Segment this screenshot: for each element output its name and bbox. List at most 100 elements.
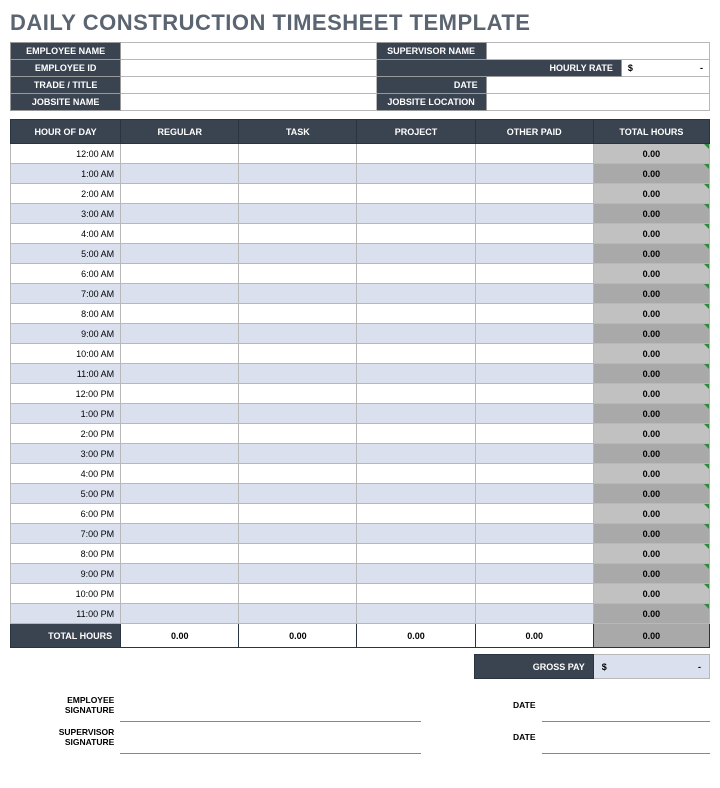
project-cell[interactable] xyxy=(357,284,475,304)
task-cell[interactable] xyxy=(239,364,357,384)
other-cell[interactable] xyxy=(475,284,593,304)
regular-cell[interactable] xyxy=(121,604,239,624)
project-cell[interactable] xyxy=(357,484,475,504)
employee-sig-date-line[interactable] xyxy=(542,689,710,721)
task-cell[interactable] xyxy=(239,524,357,544)
hourly-rate-field[interactable]: $ - xyxy=(621,60,709,77)
project-cell[interactable] xyxy=(357,584,475,604)
other-cell[interactable] xyxy=(475,584,593,604)
other-cell[interactable] xyxy=(475,444,593,464)
regular-cell[interactable] xyxy=(121,364,239,384)
regular-cell[interactable] xyxy=(121,164,239,184)
task-cell[interactable] xyxy=(239,324,357,344)
task-cell[interactable] xyxy=(239,444,357,464)
other-cell[interactable] xyxy=(475,544,593,564)
regular-cell[interactable] xyxy=(121,404,239,424)
regular-cell[interactable] xyxy=(121,204,239,224)
other-cell[interactable] xyxy=(475,224,593,244)
task-cell[interactable] xyxy=(239,304,357,324)
project-cell[interactable] xyxy=(357,444,475,464)
project-cell[interactable] xyxy=(357,604,475,624)
other-cell[interactable] xyxy=(475,164,593,184)
task-cell[interactable] xyxy=(239,604,357,624)
other-cell[interactable] xyxy=(475,524,593,544)
other-cell[interactable] xyxy=(475,184,593,204)
project-cell[interactable] xyxy=(357,184,475,204)
jobsite-location-field[interactable] xyxy=(486,94,709,111)
project-cell[interactable] xyxy=(357,364,475,384)
task-cell[interactable] xyxy=(239,144,357,164)
project-cell[interactable] xyxy=(357,244,475,264)
regular-cell[interactable] xyxy=(121,344,239,364)
regular-cell[interactable] xyxy=(121,224,239,244)
project-cell[interactable] xyxy=(357,304,475,324)
project-cell[interactable] xyxy=(357,324,475,344)
trade-title-field[interactable] xyxy=(121,77,376,94)
project-cell[interactable] xyxy=(357,384,475,404)
regular-cell[interactable] xyxy=(121,284,239,304)
project-cell[interactable] xyxy=(357,144,475,164)
regular-cell[interactable] xyxy=(121,584,239,604)
date-field[interactable] xyxy=(486,77,709,94)
task-cell[interactable] xyxy=(239,504,357,524)
task-cell[interactable] xyxy=(239,544,357,564)
other-cell[interactable] xyxy=(475,424,593,444)
regular-cell[interactable] xyxy=(121,564,239,584)
regular-cell[interactable] xyxy=(121,184,239,204)
task-cell[interactable] xyxy=(239,464,357,484)
supervisor-signature-line[interactable] xyxy=(120,721,421,753)
task-cell[interactable] xyxy=(239,224,357,244)
regular-cell[interactable] xyxy=(121,484,239,504)
regular-cell[interactable] xyxy=(121,444,239,464)
project-cell[interactable] xyxy=(357,424,475,444)
task-cell[interactable] xyxy=(239,284,357,304)
employee-id-field[interactable] xyxy=(121,60,376,77)
employee-signature-line[interactable] xyxy=(120,689,421,721)
other-cell[interactable] xyxy=(475,464,593,484)
task-cell[interactable] xyxy=(239,204,357,224)
supervisor-sig-date-line[interactable] xyxy=(542,721,710,753)
project-cell[interactable] xyxy=(357,224,475,244)
task-cell[interactable] xyxy=(239,424,357,444)
regular-cell[interactable] xyxy=(121,464,239,484)
task-cell[interactable] xyxy=(239,264,357,284)
project-cell[interactable] xyxy=(357,504,475,524)
regular-cell[interactable] xyxy=(121,264,239,284)
project-cell[interactable] xyxy=(357,564,475,584)
task-cell[interactable] xyxy=(239,344,357,364)
regular-cell[interactable] xyxy=(121,144,239,164)
other-cell[interactable] xyxy=(475,324,593,344)
other-cell[interactable] xyxy=(475,204,593,224)
task-cell[interactable] xyxy=(239,564,357,584)
task-cell[interactable] xyxy=(239,484,357,504)
regular-cell[interactable] xyxy=(121,304,239,324)
other-cell[interactable] xyxy=(475,404,593,424)
task-cell[interactable] xyxy=(239,584,357,604)
regular-cell[interactable] xyxy=(121,244,239,264)
other-cell[interactable] xyxy=(475,484,593,504)
other-cell[interactable] xyxy=(475,304,593,324)
employee-name-field[interactable] xyxy=(121,43,376,60)
project-cell[interactable] xyxy=(357,544,475,564)
regular-cell[interactable] xyxy=(121,324,239,344)
project-cell[interactable] xyxy=(357,404,475,424)
regular-cell[interactable] xyxy=(121,544,239,564)
other-cell[interactable] xyxy=(475,344,593,364)
project-cell[interactable] xyxy=(357,264,475,284)
other-cell[interactable] xyxy=(475,244,593,264)
other-cell[interactable] xyxy=(475,384,593,404)
project-cell[interactable] xyxy=(357,204,475,224)
other-cell[interactable] xyxy=(475,604,593,624)
supervisor-name-field[interactable] xyxy=(486,43,709,60)
regular-cell[interactable] xyxy=(121,504,239,524)
jobsite-name-field[interactable] xyxy=(121,94,376,111)
project-cell[interactable] xyxy=(357,164,475,184)
other-cell[interactable] xyxy=(475,144,593,164)
other-cell[interactable] xyxy=(475,564,593,584)
task-cell[interactable] xyxy=(239,244,357,264)
task-cell[interactable] xyxy=(239,184,357,204)
project-cell[interactable] xyxy=(357,524,475,544)
other-cell[interactable] xyxy=(475,504,593,524)
project-cell[interactable] xyxy=(357,344,475,364)
project-cell[interactable] xyxy=(357,464,475,484)
